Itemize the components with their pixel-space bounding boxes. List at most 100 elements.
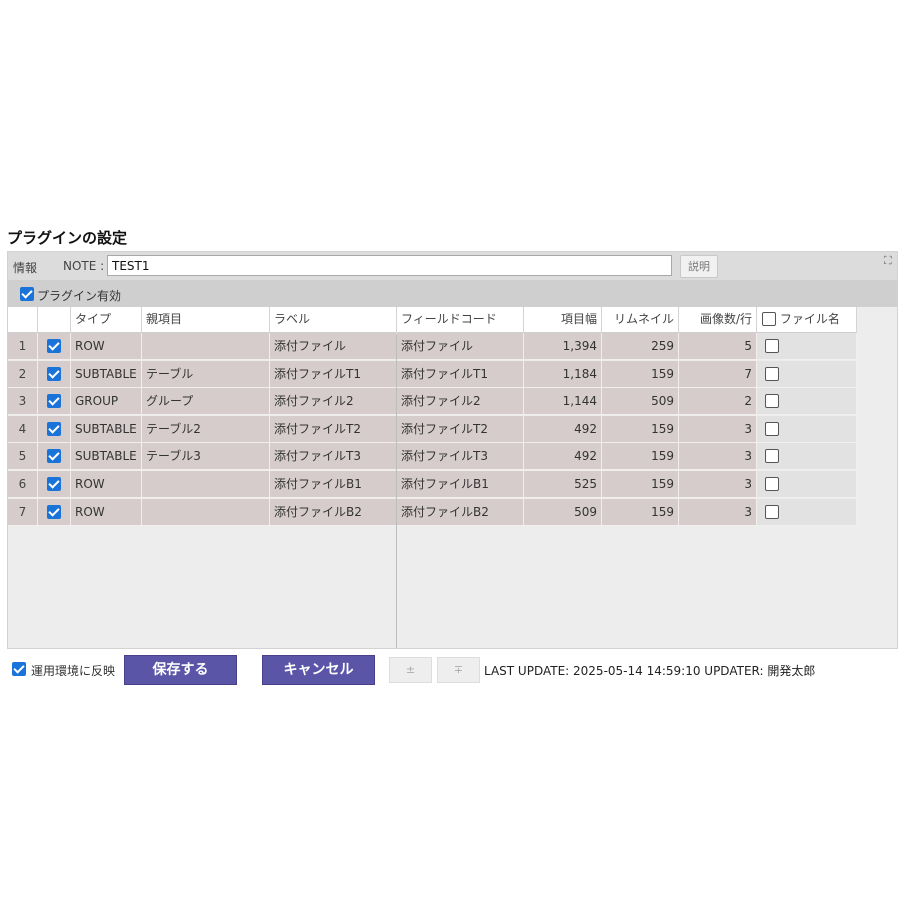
row-images-per-row: 3 — [679, 415, 757, 443]
row-enabled-checkbox[interactable] — [47, 366, 61, 381]
row-filename-checkbox[interactable] — [765, 421, 779, 436]
row-enabled[interactable] — [38, 443, 71, 471]
row-filename-checkbox[interactable] — [765, 504, 779, 519]
row-filename[interactable] — [757, 388, 857, 416]
row-filename[interactable] — [757, 333, 857, 360]
row-field-code: 添付ファイルT2 — [397, 415, 524, 443]
table-row[interactable]: 7 ROW 添付ファイルB2 添付ファイルB2 509 159 3 — [8, 498, 857, 526]
row-width: 1,184 — [524, 360, 602, 388]
row-parent — [142, 498, 270, 526]
row-images-per-row: 3 — [679, 471, 757, 498]
row-number: 6 — [8, 471, 38, 498]
row-type: ROW — [71, 471, 142, 498]
reflect-env-checkbox[interactable] — [12, 662, 26, 676]
row-parent — [142, 333, 270, 360]
row-width: 509 — [524, 498, 602, 526]
row-enabled-checkbox[interactable] — [47, 339, 61, 353]
download-icon[interactable]: ∓ — [437, 657, 480, 683]
header-width: 項目幅 — [524, 307, 602, 333]
row-filename[interactable] — [757, 360, 857, 388]
row-width: 492 — [524, 415, 602, 443]
row-number: 1 — [8, 333, 38, 360]
note-input[interactable] — [107, 255, 672, 276]
row-type: ROW — [71, 333, 142, 360]
field-grid: タイプ 親項目 ラベル フィールドコード 項目幅 リムネイル 画像数/行 ファイ… — [8, 307, 897, 648]
expand-icon[interactable]: ⛶ — [884, 254, 892, 268]
row-images-per-row: 7 — [679, 360, 757, 388]
row-type: GROUP — [71, 388, 142, 416]
table-row[interactable]: 3 GROUP グループ 添付ファイル2 添付ファイル2 1,144 509 2 — [8, 388, 857, 416]
row-enabled[interactable] — [38, 388, 71, 416]
row-images-per-row: 3 — [679, 443, 757, 471]
note-label: NOTE : — [63, 259, 105, 273]
row-filename-checkbox[interactable] — [765, 477, 779, 491]
save-button[interactable]: 保存する — [124, 655, 237, 685]
row-images-per-row: 3 — [679, 498, 757, 526]
row-label: 添付ファイルT2 — [270, 415, 397, 443]
row-label: 添付ファイル — [270, 333, 397, 360]
last-update-text: LAST UPDATE: 2025-05-14 14:59:10 UPDATER… — [484, 664, 816, 678]
row-filename[interactable] — [757, 498, 857, 526]
row-enabled-checkbox[interactable] — [47, 504, 61, 519]
info-bar: 情報 NOTE : 説明 ⛶ — [8, 252, 897, 280]
row-parent: テーブル — [142, 360, 270, 388]
header-check — [38, 307, 71, 333]
row-enabled-checkbox[interactable] — [47, 449, 61, 464]
row-field-code: 添付ファイルB2 — [397, 498, 524, 526]
row-filename[interactable] — [757, 415, 857, 443]
row-field-code: 添付ファイル — [397, 333, 524, 360]
row-field-code: 添付ファイルB1 — [397, 471, 524, 498]
row-enabled[interactable] — [38, 498, 71, 526]
row-enabled[interactable] — [38, 415, 71, 443]
row-field-code: 添付ファイルT1 — [397, 360, 524, 388]
row-enabled-checkbox[interactable] — [47, 394, 61, 409]
help-button[interactable]: 説明 — [680, 255, 718, 278]
row-filename[interactable] — [757, 471, 857, 498]
row-parent — [142, 471, 270, 498]
row-thumbnail: 159 — [602, 360, 679, 388]
row-filename-checkbox[interactable] — [765, 449, 779, 464]
row-filename-checkbox[interactable] — [765, 339, 779, 353]
row-number: 7 — [8, 498, 38, 526]
row-field-code: 添付ファイルT3 — [397, 443, 524, 471]
row-parent: テーブル3 — [142, 443, 270, 471]
table-row[interactable]: 6 ROW 添付ファイルB1 添付ファイルB1 525 159 3 — [8, 471, 857, 498]
row-width: 1,394 — [524, 333, 602, 360]
row-filename[interactable] — [757, 443, 857, 471]
row-thumbnail: 259 — [602, 333, 679, 360]
row-filename-checkbox[interactable] — [765, 394, 779, 409]
row-number: 2 — [8, 360, 38, 388]
info-label: 情報 — [13, 261, 38, 275]
footer-bar: 運用環境に反映 保存する キャンセル ± ∓ LAST UPDATE: 2025… — [0, 653, 920, 687]
row-images-per-row: 5 — [679, 333, 757, 360]
row-thumbnail: 159 — [602, 471, 679, 498]
row-number: 5 — [8, 443, 38, 471]
header-images-per-row: 画像数/行 — [679, 307, 757, 333]
cancel-button[interactable]: キャンセル — [262, 655, 375, 685]
filename-all-checkbox[interactable] — [762, 312, 776, 326]
row-type: SUBTABLE — [71, 443, 142, 471]
row-enabled[interactable] — [38, 471, 71, 498]
row-enabled[interactable] — [38, 360, 71, 388]
row-thumbnail: 159 — [602, 443, 679, 471]
row-label: 添付ファイルT3 — [270, 443, 397, 471]
row-thumbnail: 159 — [602, 415, 679, 443]
row-images-per-row: 2 — [679, 388, 757, 416]
table-row[interactable]: 2 SUBTABLE テーブル 添付ファイルT1 添付ファイルT1 1,184 159 7 — [8, 360, 857, 388]
header-field-code: フィールドコード — [397, 307, 524, 333]
header-filename: ファイル名 — [757, 307, 857, 333]
row-enabled-checkbox[interactable] — [47, 477, 61, 491]
row-thumbnail: 159 — [602, 498, 679, 526]
table-row[interactable]: 1 ROW 添付ファイル 添付ファイル 1,394 259 5 — [8, 333, 857, 360]
table-row[interactable]: 4 SUBTABLE テーブル2 添付ファイルT2 添付ファイルT2 492 159 3 — [8, 415, 857, 443]
row-enabled-checkbox[interactable] — [47, 421, 61, 436]
settings-panel: 情報 NOTE : 説明 ⛶ プラグイン有効 タイプ 親項目 ラベル フィールド… — [7, 251, 898, 649]
row-filename-checkbox[interactable] — [765, 366, 779, 381]
plugin-enabled-checkbox[interactable] — [20, 287, 34, 301]
table-row[interactable]: 5 SUBTABLE テーブル3 添付ファイルT3 添付ファイルT3 492 159 3 — [8, 443, 857, 471]
row-enabled[interactable] — [38, 333, 71, 360]
upload-icon[interactable]: ± — [389, 657, 432, 683]
plugin-enabled-label: プラグイン有効 — [37, 289, 122, 303]
row-number: 4 — [8, 415, 38, 443]
row-type: SUBTABLE — [71, 415, 142, 443]
